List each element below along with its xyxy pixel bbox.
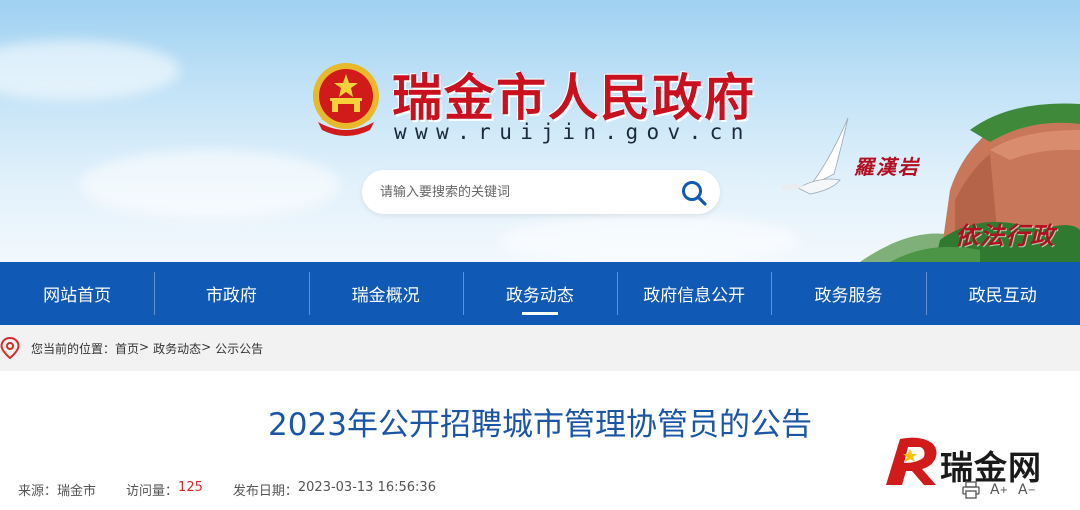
breadcrumb-separator: > (201, 340, 212, 354)
breadcrumb-prefix: 您当前的位置： (31, 342, 116, 356)
national-emblem-icon (313, 63, 379, 136)
nav-item-services[interactable]: 政务服务 (771, 262, 925, 325)
views-count: 125 (178, 480, 203, 495)
search-box (362, 170, 720, 214)
nav-item-overview[interactable]: 瑞金概况 (308, 262, 463, 325)
breadcrumb: 您当前的位置： 首页 > 政务动态 > 公示公告 (31, 340, 263, 357)
scenery-caption: 羅漢岩 (854, 155, 920, 179)
search-icon[interactable] (680, 179, 708, 207)
site-header: 瑞金市人民政府 www.ruijin.gov.cn 羅漢岩 依法行政 (0, 0, 1080, 262)
article-tools: A + A − (962, 480, 1036, 500)
nav-item-info-disclosure[interactable]: 政府信息公开 (617, 262, 771, 325)
font-larger-button[interactable]: A + (990, 480, 1008, 500)
plus-icon: + (999, 484, 1008, 496)
slogan-caption: 依法行政 (955, 221, 1055, 250)
font-smaller-label: A (1017, 482, 1028, 498)
breadcrumb-home[interactable]: 首页 (115, 340, 139, 357)
published-label: 发布日期： (232, 484, 298, 499)
minus-icon: − (1027, 484, 1036, 496)
breadcrumb-separator: > (139, 340, 150, 354)
published-date: 2023-03-13 16:56:36 (297, 480, 436, 495)
cloud-decoration (0, 40, 180, 100)
font-smaller-button[interactable]: A − (1018, 480, 1036, 500)
nav-item-home[interactable]: 网站首页 (0, 262, 154, 325)
breadcrumb-notices[interactable]: 公示公告 (215, 340, 263, 357)
source-value: 瑞金市 (57, 484, 97, 499)
location-pin-icon (0, 337, 20, 359)
nav-item-government[interactable]: 市政府 (154, 262, 308, 325)
source-label: 来源： (18, 484, 58, 499)
nav-item-news[interactable]: 政务动态 (462, 262, 617, 325)
views-label: 访问量： (126, 484, 179, 499)
site-url: www.ruijin.gov.cn (394, 120, 752, 144)
nav-item-interaction[interactable]: 政民互动 (925, 262, 1080, 325)
print-icon[interactable] (962, 480, 980, 500)
cloud-decoration (80, 150, 340, 220)
search-input[interactable] (380, 181, 670, 203)
font-larger-label: A (990, 482, 1000, 498)
main-nav: 网站首页 市政府 瑞金概况 政务动态 政府信息公开 政务服务 政民互动 (0, 262, 1080, 325)
article-meta: 来源： 瑞金市 访问量： 125 发布日期： 2023-03-13 16:56:… (18, 480, 436, 499)
breadcrumb-news[interactable]: 政务动态 (153, 340, 201, 357)
